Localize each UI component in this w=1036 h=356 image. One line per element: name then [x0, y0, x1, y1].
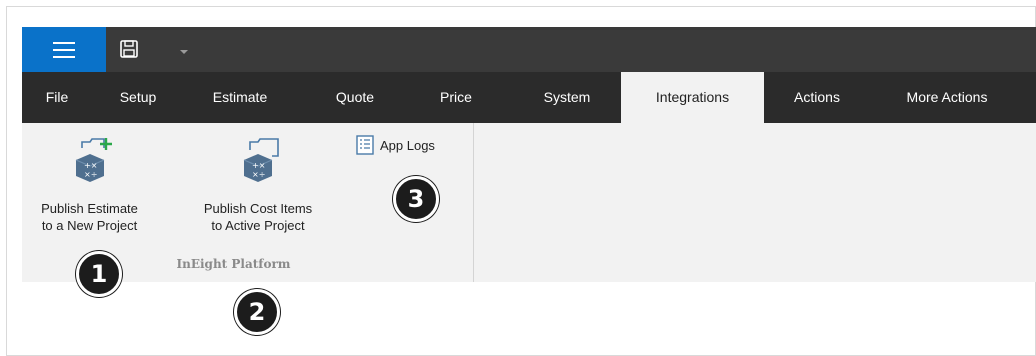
publish-active-project-icon: +× ×÷: [243, 138, 279, 182]
tab-price[interactable]: Price: [431, 72, 481, 123]
tab-system[interactable]: System: [532, 72, 602, 123]
publish-cost-items-label-line2: to Active Project: [211, 218, 305, 233]
svg-text:+×: +×: [84, 161, 97, 170]
publish-estimate-label-line1: Publish Estimate: [41, 201, 138, 216]
hamburger-menu-icon: [53, 41, 75, 58]
ribbon-tab-bar: File Setup Estimate Quote Price System I…: [22, 72, 1036, 123]
app-logs-button[interactable]: App Logs: [356, 134, 435, 156]
save-button[interactable]: [119, 38, 139, 60]
chevron-down-icon: [180, 50, 188, 54]
publish-estimate-label-line2: to a New Project: [41, 218, 138, 233]
tab-file[interactable]: File: [32, 72, 82, 123]
publish-estimate-new-project-button[interactable]: +× ×÷ Publish Estimate to a New Project: [22, 134, 157, 244]
group-divider: [473, 123, 474, 282]
app-logs-label: App Logs: [380, 137, 435, 153]
svg-text:×÷: ×÷: [252, 170, 265, 179]
quick-access-dropdown[interactable]: [179, 44, 189, 54]
callout-badge-1: 1: [76, 251, 122, 297]
svg-text:×÷: ×÷: [84, 170, 97, 179]
publish-cost-items-active-project-button[interactable]: +× ×÷ Publish Cost Items to Active Proje…: [178, 134, 338, 244]
tab-setup[interactable]: Setup: [108, 72, 168, 123]
callout-badge-2: 2: [234, 289, 280, 335]
tab-quote[interactable]: Quote: [325, 72, 385, 123]
publish-new-project-icon: +× ×÷: [75, 138, 112, 182]
title-bar: [22, 27, 1036, 72]
tab-estimate[interactable]: Estimate: [200, 72, 280, 123]
tab-more-actions[interactable]: More Actions: [887, 72, 1007, 123]
tab-integrations[interactable]: Integrations: [621, 72, 764, 123]
log-document-icon: [356, 135, 374, 155]
callout-badge-3: 3: [393, 176, 439, 222]
svg-text:+×: +×: [252, 161, 265, 170]
ribbon-group-label: InEight Platform: [176, 257, 291, 271]
hamburger-menu-button[interactable]: [22, 27, 106, 72]
save-icon: [120, 40, 138, 58]
publish-cost-items-label-line1: Publish Cost Items: [203, 201, 313, 216]
tab-actions[interactable]: Actions: [777, 72, 857, 123]
